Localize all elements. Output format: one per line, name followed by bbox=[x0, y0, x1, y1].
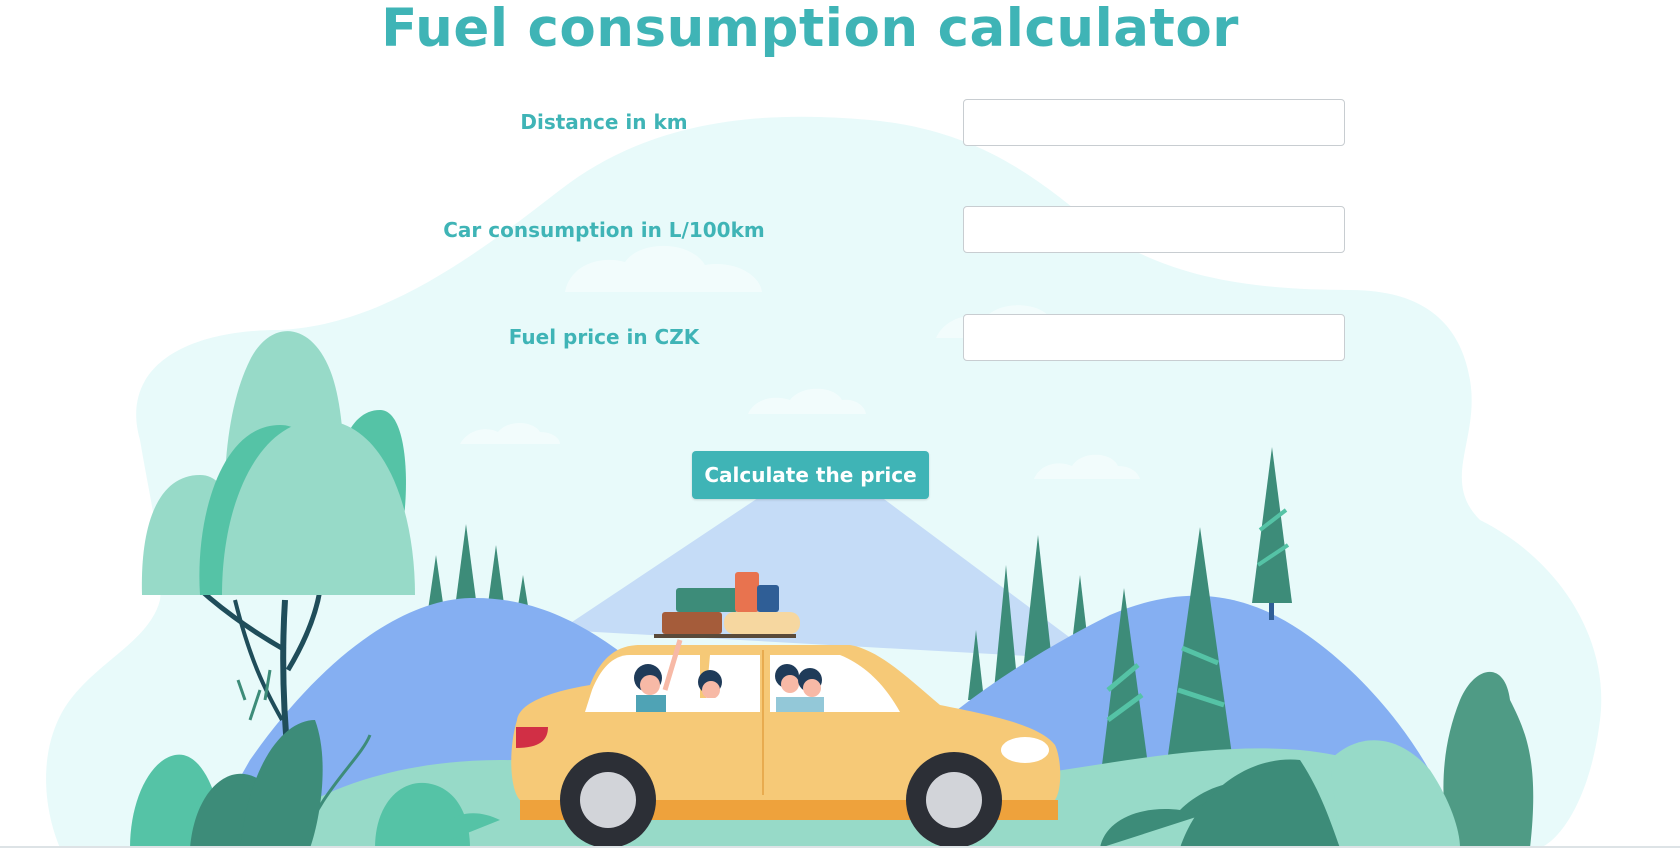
distance-input[interactable] bbox=[963, 99, 1345, 146]
page: Fuel consumption calculator Distance in … bbox=[0, 0, 1680, 848]
distance-label: Distance in km bbox=[520, 110, 688, 134]
consumption-input[interactable] bbox=[963, 206, 1345, 253]
family-road-trip-illustration bbox=[46, 116, 1602, 848]
consumption-label: Car consumption in L/100km bbox=[443, 218, 765, 242]
fuel-price-input[interactable] bbox=[963, 314, 1345, 361]
page-title: Fuel consumption calculator bbox=[381, 0, 1239, 59]
fuel-price-label: Fuel price in CZK bbox=[508, 325, 700, 349]
calculate-price-button[interactable]: Calculate the price bbox=[692, 451, 929, 499]
